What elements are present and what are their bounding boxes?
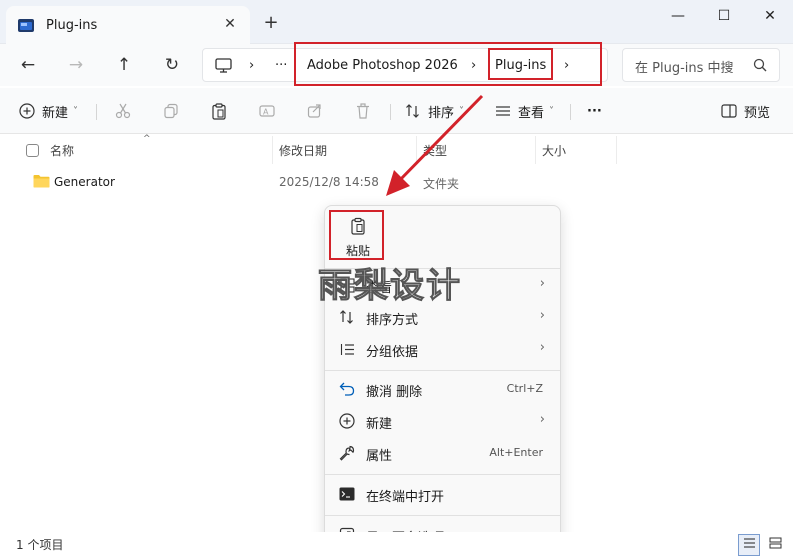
menu-item-undo-delete[interactable]: 撤消 删除 Ctrl+Z [331,374,555,404]
share-icon [306,102,324,120]
chevron-down-icon: ˅ [73,105,79,117]
tiles-view-button[interactable] [764,534,786,556]
rename-button[interactable]: A [258,101,276,121]
item-count: 1 个项目 [16,538,64,552]
preview-label: 预览 [744,105,771,121]
tab-close-icon[interactable]: ✕ [222,16,238,32]
navigation-bar: ← → ↑ ↻ › ··· Adobe Photoshop 2026 › Plu… [0,42,793,86]
menu-item-shortcut: Ctrl+Z [506,382,543,395]
folder-icon [33,174,50,191]
new-tab-button[interactable]: + [262,14,280,32]
sort-indicator-icon: ^ [143,134,151,144]
menu-item-open-in-terminal[interactable]: 在终端中打开 [331,479,555,509]
tab-plug-ins[interactable]: Plug-ins ✕ [6,6,250,44]
column-size[interactable]: 大小 [542,142,566,159]
menu-divider [325,474,560,475]
annotation-arrow [386,94,484,196]
menu-item-shortcut: Alt+Enter [489,446,543,459]
chevron-right-icon: › [539,340,545,355]
column-divider[interactable] [535,136,536,164]
paste-highlight-box [329,210,384,260]
view-button[interactable]: 查看 ˅ [494,101,554,121]
tiles-view-icon [769,537,782,553]
maximize-button[interactable]: ☐ [701,0,747,32]
menu-item-new[interactable]: 新建 › [331,406,555,436]
more-options-button[interactable]: ··· [587,101,602,121]
status-bar: 1 个项目 [0,532,793,558]
column-name[interactable]: 名称 [50,142,74,159]
search-box[interactable]: 在 Plug-ins 中搜 [622,48,780,82]
title-bar: Plug-ins ✕ + — ☐ ✕ [0,0,793,44]
chevron-down-icon: ˅ [549,105,555,117]
rename-icon: A [258,102,276,120]
toolbar-divider [570,104,571,120]
address-highlight-box [294,42,602,86]
minimize-button[interactable]: — [655,0,701,32]
preview-pane-icon [720,102,738,120]
column-divider[interactable] [616,136,617,164]
scissors-icon [114,102,132,120]
breadcrumb-separator[interactable]: › [249,49,254,81]
search-icon [753,58,767,72]
menu-divider [325,515,560,516]
up-button[interactable]: ↑ [109,52,139,78]
column-divider[interactable] [272,136,273,164]
list-view-icon [494,102,512,120]
copy-icon [162,102,180,120]
menu-item-group-by[interactable]: 分组依据 › [331,334,555,364]
share-button[interactable] [306,101,324,121]
plus-circle-icon [339,413,355,429]
menu-item-properties[interactable]: 属性 Alt+Enter [331,438,555,468]
menu-item-label: 排序方式 [366,313,419,328]
trash-icon [354,102,372,120]
menu-item-label: 属性 [366,449,393,464]
tab-title: Plug-ins [46,17,98,33]
details-view-button[interactable] [738,534,760,556]
chevron-right-icon: › [539,276,545,291]
copy-button[interactable] [162,101,180,121]
plug-ins-highlight-box [488,48,553,80]
chevron-right-icon: › [539,308,545,323]
view-label: 查看 [518,105,545,121]
column-date[interactable]: 修改日期 [279,142,327,159]
breadcrumb-more[interactable]: ··· [275,49,287,81]
menu-item-label: 在终端中打开 [366,490,445,505]
close-window-button[interactable]: ✕ [747,0,793,32]
watermark-text: 雨梨设计 [318,266,462,307]
menu-item-label: 撤消 删除 [366,385,423,400]
sort-arrows-icon [339,309,355,325]
forward-button[interactable]: → [61,52,91,78]
file-date: 2025/12/8 14:58 [279,175,379,189]
plus-circle-icon [18,102,36,120]
menu-item-label: 新建 [366,417,393,432]
refresh-button[interactable]: ↻ [157,52,187,78]
svg-text:A: A [263,108,269,117]
file-name: Generator [54,175,115,189]
preview-button[interactable]: 预览 [720,101,770,121]
details-view-icon [743,537,756,553]
menu-item-label: 分组依据 [366,345,419,360]
terminal-icon [339,486,355,502]
group-list-icon [339,341,355,357]
toolbar-divider [96,104,97,120]
search-input[interactable]: 在 Plug-ins 中搜 [635,57,734,76]
computer-icon[interactable] [215,49,232,81]
back-button[interactable]: ← [13,52,43,78]
undo-icon [339,381,355,397]
explorer-icon [18,18,34,32]
chevron-right-icon: › [539,412,545,427]
paste-button[interactable] [210,101,228,121]
menu-divider [325,370,560,371]
delete-button[interactable] [354,101,372,121]
select-all-checkbox[interactable] [26,144,39,157]
wrench-icon [339,445,355,461]
clipboard-icon [210,102,228,120]
new-label: 新建 [42,105,69,121]
new-button[interactable]: 新建 ˅ [18,101,78,121]
cut-button[interactable] [114,101,132,121]
